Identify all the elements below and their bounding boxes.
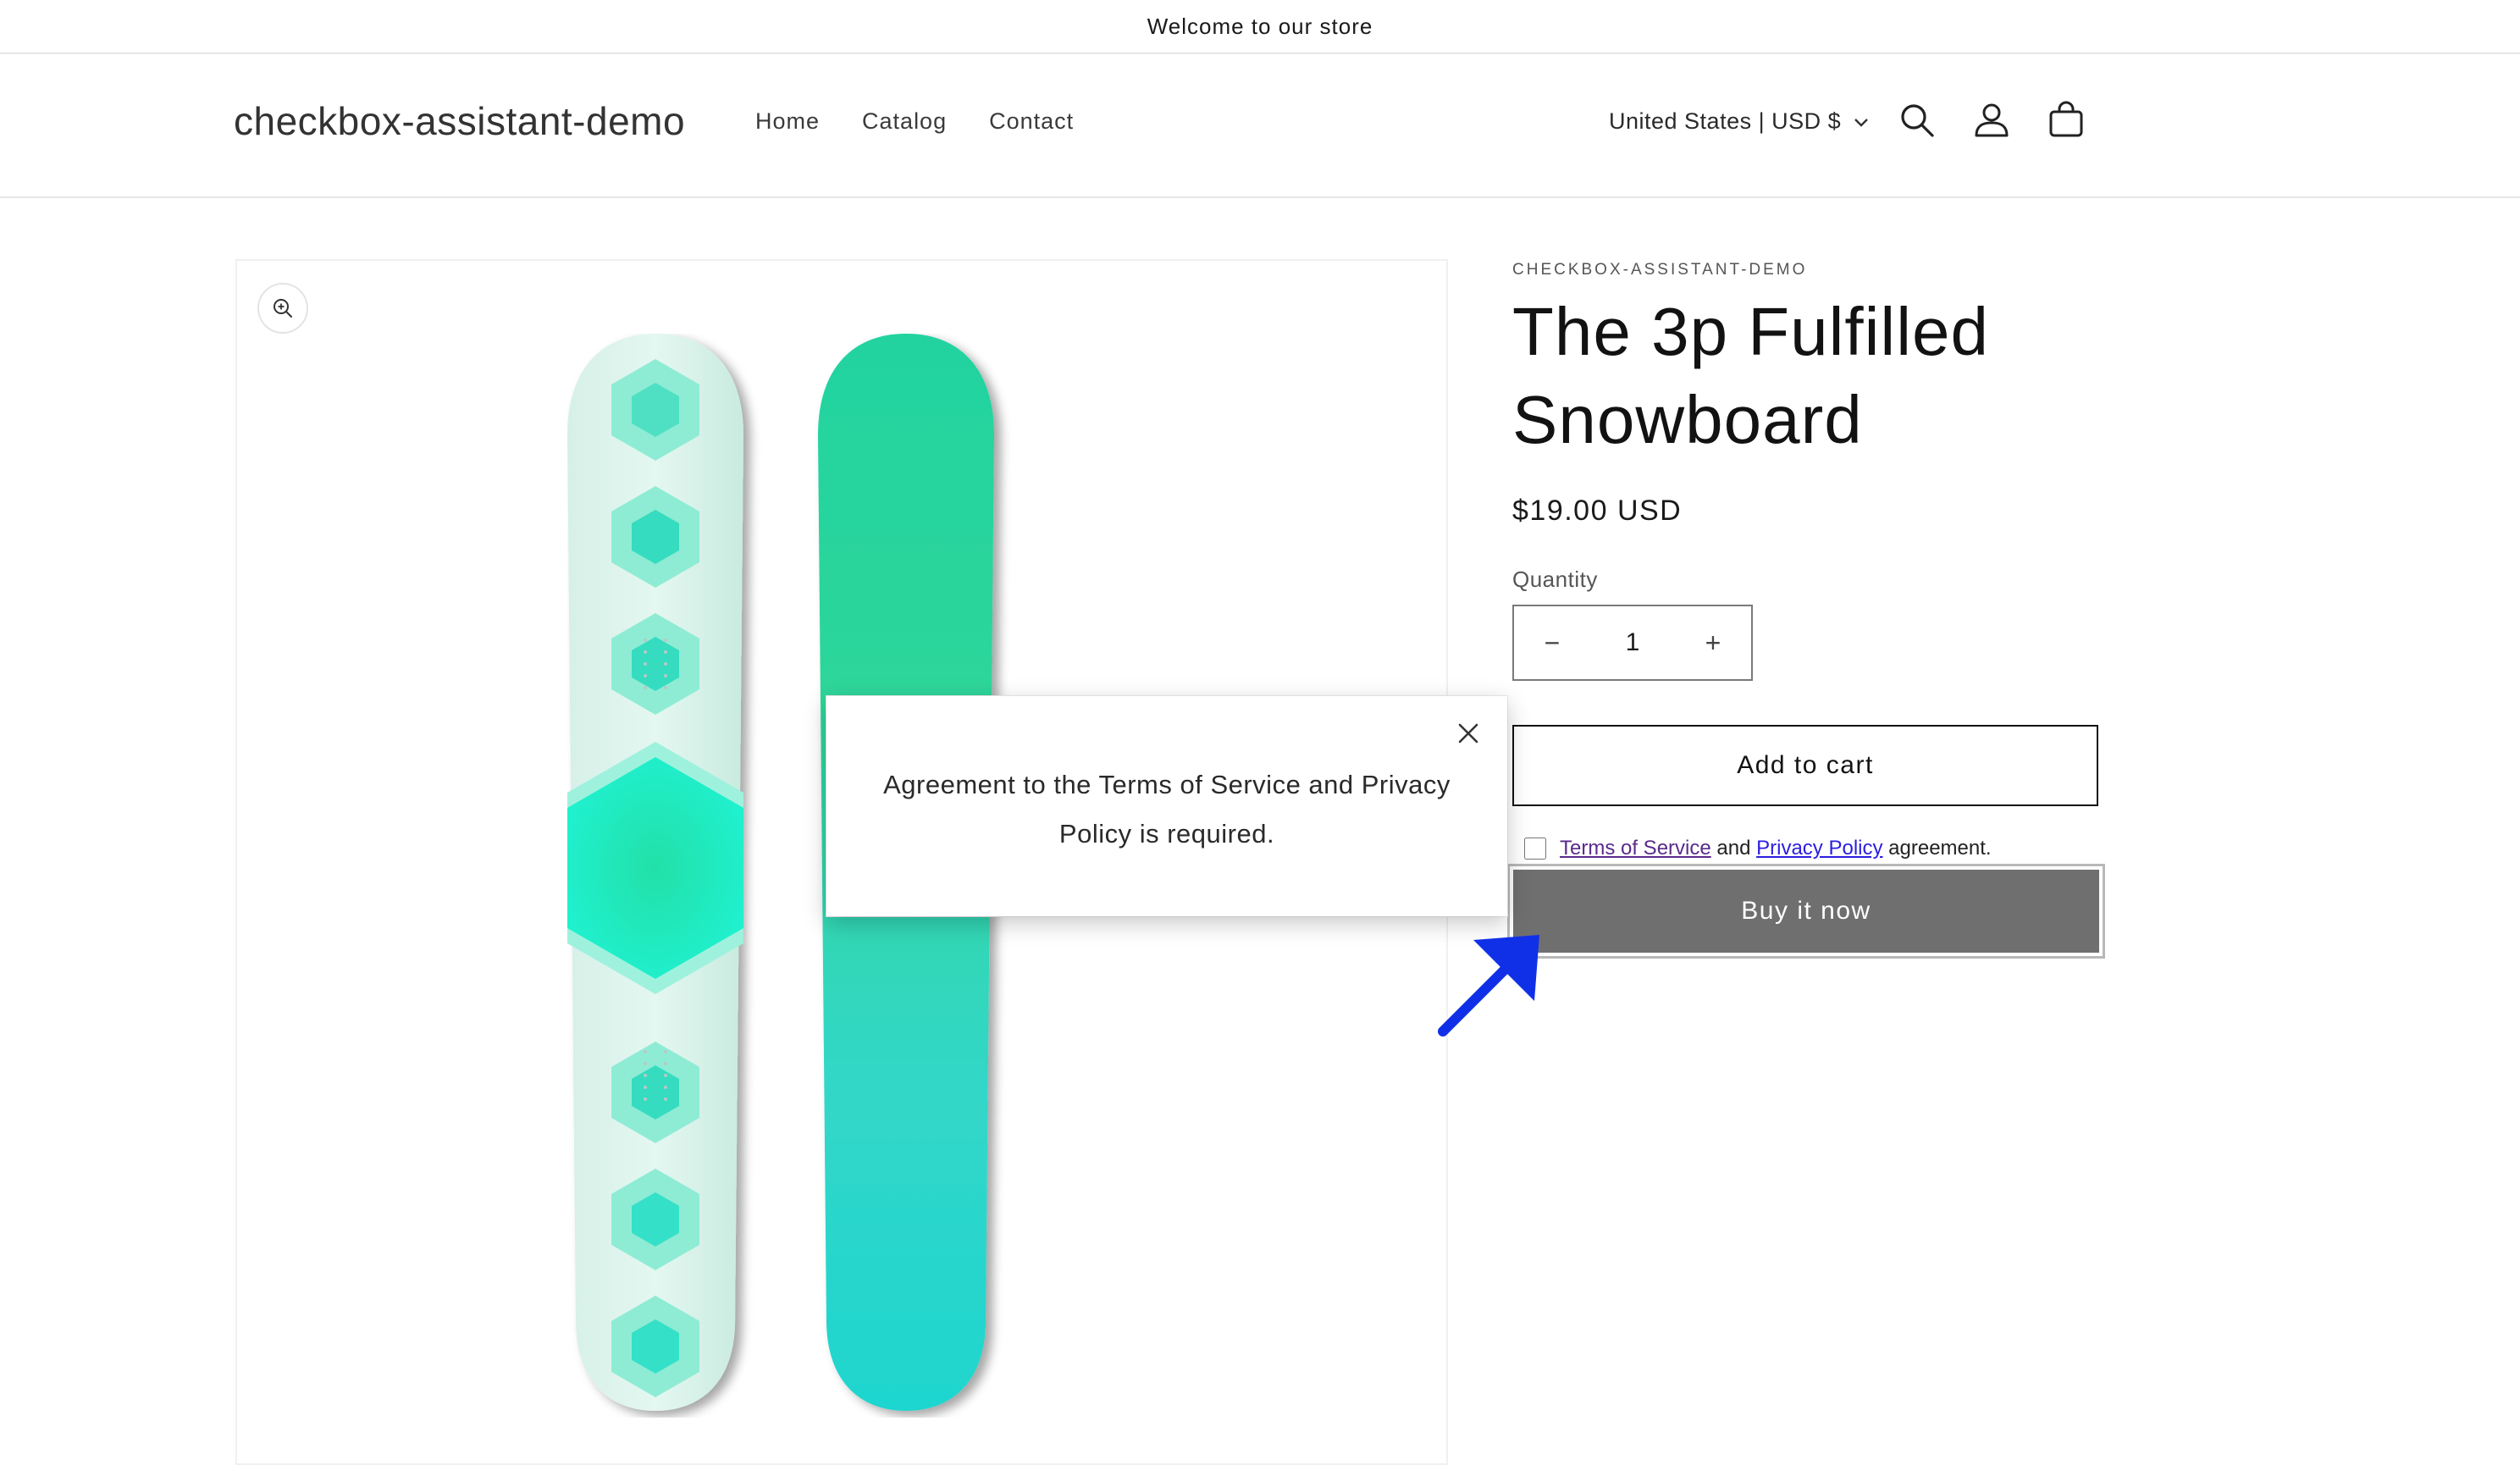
buy-now-focus-ring: Buy it now	[1507, 864, 2105, 959]
zoom-button[interactable]	[257, 283, 308, 334]
quantity-label: Quantity	[1512, 567, 1598, 592]
main-nav: Home Catalog Contact	[755, 108, 1074, 135]
annotation-arrow-icon	[1438, 935, 1539, 1037]
search-icon[interactable]	[1897, 100, 1937, 141]
add-to-cart-button[interactable]: Add to cart	[1512, 725, 2098, 806]
product-title: The 3p Fulfilled Snowboard	[1512, 288, 2105, 464]
title-line-2: Snowboard	[1512, 382, 1863, 457]
popup-message: Agreement to the Terms of Service and Pr…	[883, 770, 1451, 849]
site-header: checkbox-assistant-demo Home Catalog Con…	[0, 54, 2520, 198]
agreement-checkbox[interactable]	[1524, 838, 1546, 860]
product-vendor: CHECKBOX-ASSISTANT-DEMO	[1512, 261, 1808, 279]
agreement-required-popup: Agreement to the Terms of Service and Pr…	[826, 696, 1507, 916]
announcement-bar: Welcome to our store	[0, 0, 2520, 54]
buy-now-button[interactable]: Buy it now	[1513, 870, 2099, 953]
title-line-1: The 3p Fulfilled	[1512, 294, 1989, 369]
quantity-decrease-button[interactable]: −	[1514, 606, 1590, 679]
agreement-suffix: agreement.	[1888, 837, 1992, 860]
chevron-down-icon	[1854, 118, 1868, 127]
product-info: CHECKBOX-ASSISTANT-DEMO The 3p Fulfilled…	[1512, 254, 2105, 681]
quantity-input[interactable]	[1593, 627, 1672, 658]
country-currency-selector[interactable]: United States | USD $	[1609, 108, 1870, 135]
cart-icon[interactable]	[2046, 100, 2086, 141]
nav-home[interactable]: Home	[755, 108, 820, 135]
nav-contact[interactable]: Contact	[989, 108, 1074, 135]
popup-close-button[interactable]	[1451, 716, 1485, 750]
agreement-and: and	[1716, 837, 1751, 860]
agreement-text: Terms of Service and Privacy Policy agre…	[1560, 837, 1992, 860]
account-icon[interactable]	[1971, 100, 2012, 141]
quantity-increase-button[interactable]: +	[1675, 606, 1751, 679]
product-price: $19.00 USD	[1512, 495, 1683, 527]
terms-of-service-link[interactable]: Terms of Service	[1560, 837, 1711, 860]
zoom-in-icon	[274, 299, 292, 318]
announcement-text: Welcome to our store	[1147, 13, 1373, 39]
privacy-policy-link[interactable]: Privacy Policy	[1756, 837, 1882, 860]
locale-label: United States | USD $	[1609, 108, 1842, 134]
close-icon	[1458, 723, 1478, 744]
quantity-stepper: − +	[1512, 605, 1753, 681]
store-logo[interactable]: checkbox-assistant-demo	[234, 98, 685, 144]
nav-catalog[interactable]: Catalog	[862, 108, 947, 135]
agreement-row: Terms of Service and Privacy Policy agre…	[1524, 837, 1992, 860]
